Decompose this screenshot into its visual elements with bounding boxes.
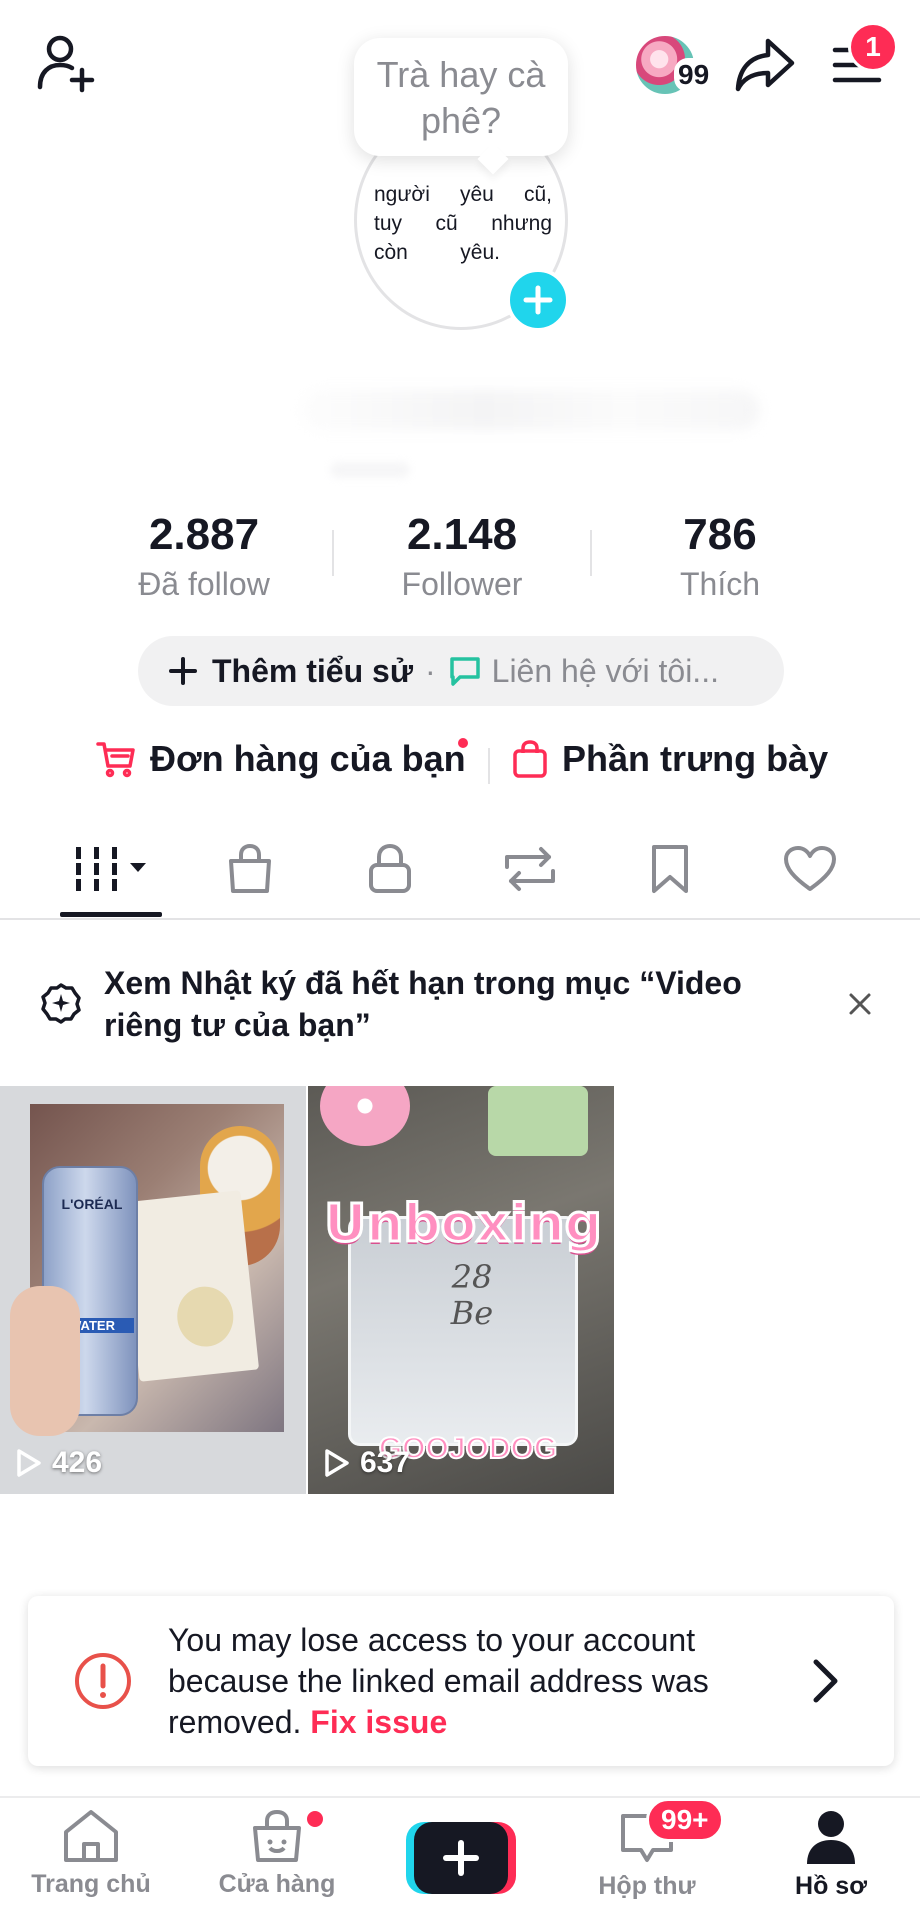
- add-bio-button[interactable]: Thêm tiểu sử: [168, 653, 413, 690]
- tab-shop[interactable]: [200, 834, 300, 904]
- bio-line: tuy cũ nhưng: [374, 212, 552, 235]
- orders-dot: [458, 738, 468, 748]
- video-thumbnail[interactable]: L'ORÉAL WATER 426: [0, 1086, 306, 1494]
- plus-icon: [523, 285, 553, 315]
- hand: [10, 1286, 80, 1436]
- repost-icon: [505, 847, 555, 891]
- cart-icon: [96, 742, 135, 778]
- tab-liked[interactable]: [760, 834, 860, 904]
- tab-reposts[interactable]: [480, 834, 580, 904]
- nav-shop-label: Cửa hàng: [218, 1870, 336, 1898]
- plus-icon: [443, 1840, 479, 1876]
- shop-notification-dot: [304, 1808, 326, 1830]
- view-count: 426: [16, 1446, 102, 1480]
- stat-divider: [332, 530, 334, 576]
- view-count-value: 637: [360, 1446, 411, 1479]
- close-icon: [849, 993, 871, 1015]
- menu-notification-badge: 1: [848, 22, 898, 72]
- shopping-bag-icon: [513, 740, 547, 778]
- chat-bubble-icon: [449, 657, 480, 686]
- view-count: 637: [324, 1446, 410, 1480]
- bio-pill: Thêm tiểu sử · Liên hệ với tôi...: [138, 636, 784, 706]
- nav-inbox-label: Hộp thư: [598, 1872, 696, 1900]
- showcase-link[interactable]: Phần trưng bày: [512, 738, 828, 780]
- following-count: 2.887: [148, 510, 260, 559]
- notice-text[interactable]: Xem Nhật ký đã hết hạn trong mục “Video …: [104, 962, 824, 1046]
- orders-label: Đơn hàng của bạn: [150, 738, 466, 779]
- bottom-nav-divider: [0, 1796, 920, 1798]
- friends-avatar-stack[interactable]: 99: [634, 34, 714, 98]
- shop-link-divider: [488, 748, 490, 784]
- bookmark-icon: [652, 845, 688, 893]
- likes-stat[interactable]: 786 Thích: [610, 508, 830, 604]
- handle-blurred: [330, 462, 410, 478]
- bio-line: còn yêu.: [374, 241, 500, 264]
- home-icon: [64, 1810, 118, 1862]
- followers-stat[interactable]: 2.148 Follower: [352, 508, 572, 604]
- account-warning-card[interactable]: You may lose access to your account beca…: [28, 1596, 894, 1766]
- add-story-button[interactable]: [506, 268, 570, 332]
- alert-circle-icon: [75, 1653, 131, 1709]
- note-bubble[interactable]: Trà hay cà phê?: [354, 38, 568, 156]
- nav-profile[interactable]: Hồ sơ: [746, 1808, 916, 1918]
- share-button[interactable]: [730, 30, 800, 100]
- video-thumbnail[interactable]: 28 Be Unboxing GOOJODOG 637: [308, 1086, 614, 1494]
- heart-icon: [784, 846, 836, 891]
- bottle-brand: L'ORÉAL: [61, 1196, 123, 1212]
- chevron-right-icon: [813, 1659, 838, 1703]
- inbox-badge: 99+: [646, 1798, 724, 1842]
- nav-profile-label: Hồ sơ: [795, 1872, 867, 1900]
- shop-bag-icon: [229, 844, 271, 893]
- play-outline-icon: [325, 1449, 349, 1477]
- bio-line: người yêu cũ,: [374, 183, 552, 206]
- view-count-value: 426: [52, 1446, 103, 1479]
- unboxing-title: Unboxing: [323, 1193, 604, 1256]
- warning-text: You may lose access to your account beca…: [168, 1620, 808, 1743]
- package-note: 28 Be: [450, 1258, 494, 1332]
- active-tab-indicator: [60, 912, 162, 917]
- plus-icon: [169, 657, 197, 685]
- tabs-divider: [0, 918, 920, 920]
- separator-dot: ·: [424, 652, 436, 689]
- nav-home-label: Trang chủ: [31, 1870, 151, 1898]
- product-box: [120, 1190, 260, 1382]
- likes-label: Thích: [679, 566, 761, 602]
- share-arrow-icon: [735, 38, 795, 92]
- flower-sticker: [320, 1086, 410, 1146]
- videos-grid-icon: [76, 847, 146, 891]
- friend-count: 99: [674, 58, 714, 92]
- contact-label: Liên hệ với tôi...: [491, 652, 719, 689]
- sparkle-badge-icon: [41, 983, 81, 1024]
- add-friend-button[interactable]: [30, 28, 100, 98]
- followers-count: 2.148: [406, 510, 518, 559]
- note-text: Trà hay cà phê?: [376, 54, 546, 141]
- profile-person-icon: [807, 1811, 855, 1864]
- add-bio-label: Thêm tiểu sử: [212, 652, 413, 689]
- contact-button[interactable]: Liên hệ với tôi...: [448, 653, 719, 690]
- orders-link[interactable]: Đơn hàng của bạn: [96, 738, 466, 780]
- shop-bag-icon: [253, 1810, 301, 1862]
- following-stat[interactable]: 2.887 Đã follow: [94, 508, 314, 604]
- stat-divider: [590, 530, 592, 576]
- play-outline-icon: [17, 1449, 41, 1477]
- create-button-face: [414, 1822, 508, 1894]
- showcase-label: Phần trưng bày: [562, 738, 829, 779]
- create-button[interactable]: [406, 1822, 516, 1894]
- nav-home[interactable]: Trang chủ: [6, 1808, 176, 1918]
- followers-label: Follower: [401, 566, 523, 602]
- username-blurred: [300, 390, 760, 430]
- add-user-icon: [37, 35, 95, 93]
- likes-count: 786: [683, 510, 757, 559]
- lock-icon: [369, 844, 411, 893]
- tab-saved[interactable]: [620, 834, 720, 904]
- fix-issue-link[interactable]: Fix issue: [310, 1704, 447, 1740]
- notice-icon-wrap: [40, 982, 82, 1024]
- tab-private[interactable]: [340, 834, 440, 904]
- tab-videos[interactable]: [62, 834, 162, 904]
- avatar-bio-text: người yêu cũ, tuy cũ nhưng còn yêu.: [374, 180, 552, 267]
- nav-shop[interactable]: Cửa hàng: [192, 1808, 362, 1918]
- notice-close-button[interactable]: [840, 984, 880, 1024]
- following-label: Đã follow: [138, 566, 270, 602]
- green-sticker: [488, 1086, 588, 1156]
